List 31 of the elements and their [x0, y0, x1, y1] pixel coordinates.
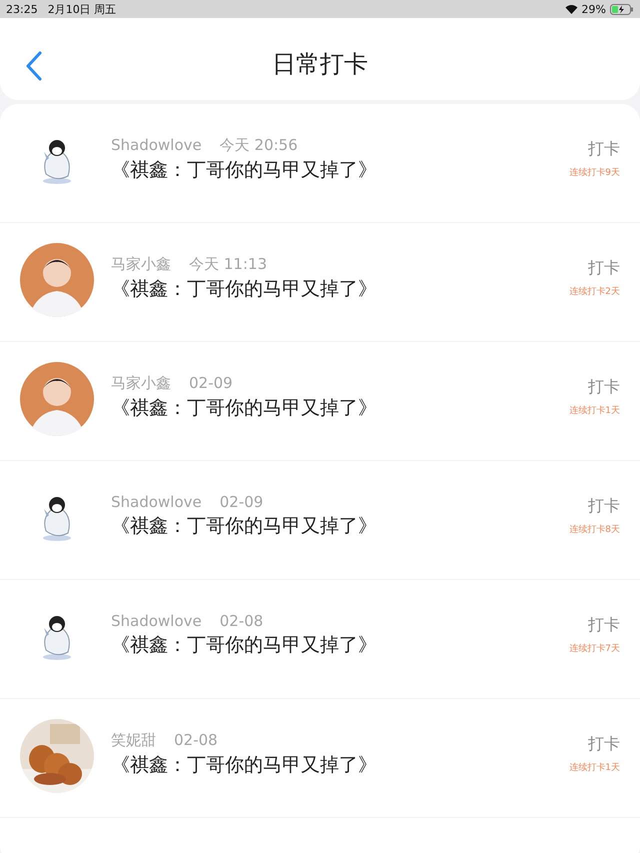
- user-name: 马家小鑫: [111, 254, 171, 274]
- user-name: 笑妮甜: [111, 730, 156, 750]
- checkin-title[interactable]: 《祺鑫：丁哥你的马甲又掉了》: [111, 394, 570, 420]
- checkin-title[interactable]: 《祺鑫：丁哥你的马甲又掉了》: [111, 752, 570, 778]
- post-time: 02-08: [174, 730, 218, 750]
- status-date: 2月10日 周五: [48, 2, 116, 16]
- post-time: 今天 20:56: [220, 136, 298, 154]
- user-name: Shadowlove: [111, 612, 202, 630]
- status-time: 23:25: [6, 2, 38, 16]
- post-time: 今天 11:13: [189, 254, 267, 274]
- checkin-title[interactable]: 《祺鑫：丁哥你的马甲又掉了》: [111, 513, 570, 539]
- battery-icon: [610, 4, 634, 14]
- post-time: 02-08: [220, 612, 264, 630]
- user-name: Shadowlove: [111, 493, 202, 511]
- post-time: 02-09: [189, 374, 233, 392]
- streak-label: 连续打卡9天: [569, 166, 620, 179]
- checkin-title[interactable]: 《祺鑫：丁哥你的马甲又掉了》: [111, 632, 570, 658]
- streak-label: 连续打卡7天: [569, 642, 620, 655]
- streak-label: 连续打卡8天: [569, 524, 620, 536]
- checkin-title[interactable]: 《祺鑫：丁哥你的马甲又掉了》: [111, 276, 570, 302]
- page-title: 日常打卡: [272, 49, 368, 80]
- back-icon[interactable]: [24, 51, 44, 81]
- post-time: 02-09: [220, 493, 264, 511]
- wifi-icon: [564, 4, 578, 14]
- battery-percent: 29%: [582, 2, 606, 16]
- checkin-title[interactable]: 《祺鑫：丁哥你的马甲又掉了》: [111, 156, 570, 182]
- user-name: Shadowlove: [111, 136, 202, 154]
- streak-label: 连续打卡2天: [569, 286, 620, 298]
- user-name: 马家小鑫: [111, 374, 171, 392]
- streak-label: 连续打卡1天: [569, 404, 620, 417]
- streak-label: 连续打卡1天: [569, 762, 620, 774]
